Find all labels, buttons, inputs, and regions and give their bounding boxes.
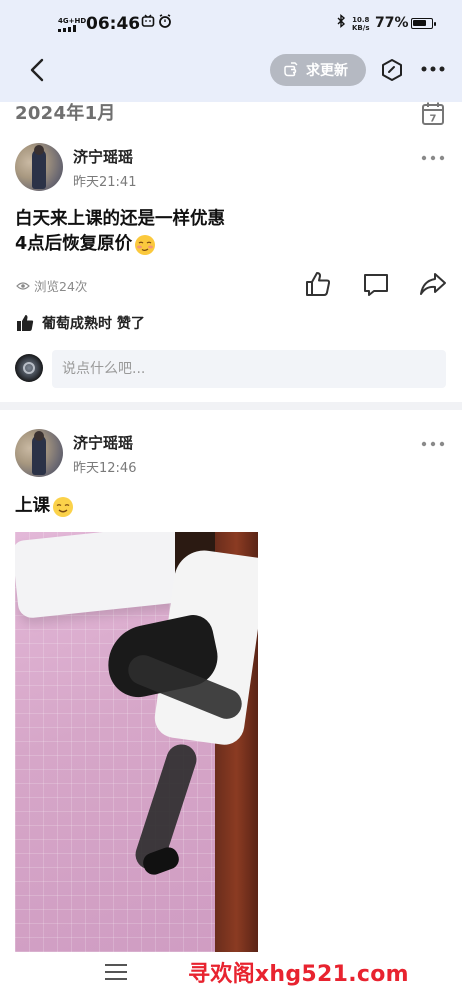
hexagon-icon[interactable] [380,58,404,82]
smirk-emoji-icon [135,234,156,255]
my-avatar [15,354,43,382]
post-text-line1: 上课 [15,496,50,516]
battery-level [413,20,427,26]
calendar-icon[interactable]: 7 [421,102,445,126]
post-time: 昨天21:41 [73,175,137,190]
calendar-day: 7 [430,114,437,125]
network-speed: 10.8 KB/s [352,16,369,32]
comment-input[interactable]: 说点什么吧... [52,350,446,388]
back-chevron-icon[interactable] [24,56,52,84]
battery-percent: 77% [375,15,409,31]
post-username[interactable]: 济宁瑶瑶 [73,146,133,167]
speed-value: 10.8 [352,16,370,24]
request-update-label: 求更新 [306,63,348,79]
likes-text: 葡萄成熟时 赞了 [42,316,145,332]
notification-app-icon [141,14,155,27]
request-update-button[interactable]: 求更新 [270,54,366,86]
smile-emoji-icon [53,496,73,517]
post-separator [0,402,462,410]
avatar-figure [32,149,46,189]
month-header: 2024年1月 7 [0,102,462,128]
post-more-dots-icon[interactable] [420,439,446,449]
month-label: 2024年1月 [15,103,116,124]
eye-icon [16,281,30,290]
comment-bubble-icon[interactable] [362,270,390,298]
hand-icon [284,62,298,77]
post-text: 白天来上课的还是一样优惠 4点后恢复原价 [15,207,225,257]
user-avatar[interactable] [15,143,63,191]
alarm-icon [159,14,171,28]
post-text-line2-row: 4点后恢复原价 [15,232,225,257]
clock: 06:46 [86,14,141,34]
like-thumb-icon[interactable] [304,270,332,298]
more-dots-icon[interactable] [420,62,446,76]
post-photo[interactable] [15,532,258,952]
post-text-line2: 4点后恢复原价 [15,234,133,254]
user-avatar[interactable] [15,429,63,477]
battery-icon [411,18,436,29]
avatar-figure [32,435,46,475]
view-count-label: 浏览24次 [34,279,88,294]
thumb-up-filled-icon [17,315,34,331]
watermark-text: 寻欢阁xhg521.com [188,962,409,987]
hamburger-menu-icon[interactable] [104,962,128,982]
network-indicator: 4G+HD [58,17,86,34]
post-text: 上课 [15,494,74,519]
post-username[interactable]: 济宁瑶瑶 [73,432,133,453]
avatar-head [34,431,44,441]
network-label: 4G+HD [58,17,87,25]
likes-row: 葡萄成熟时 赞了 [16,313,145,333]
post-text-line1: 白天来上课的还是一样优惠 [15,209,225,229]
status-bar: 4G+HD 06:46 10.8 KB/s 77% [0,0,462,48]
post-time: 昨天12:46 [73,461,137,476]
view-count: 浏览24次 [16,276,87,295]
signal-icon [58,25,76,32]
bluetooth-icon [337,14,346,28]
speed-unit: KB/s [352,24,370,32]
top-header: 4G+HD 06:46 10.8 KB/s 77% 求更新 [0,0,462,102]
avatar-head [34,145,44,155]
post-more-dots-icon[interactable] [420,153,446,163]
share-arrow-icon[interactable] [419,270,447,298]
